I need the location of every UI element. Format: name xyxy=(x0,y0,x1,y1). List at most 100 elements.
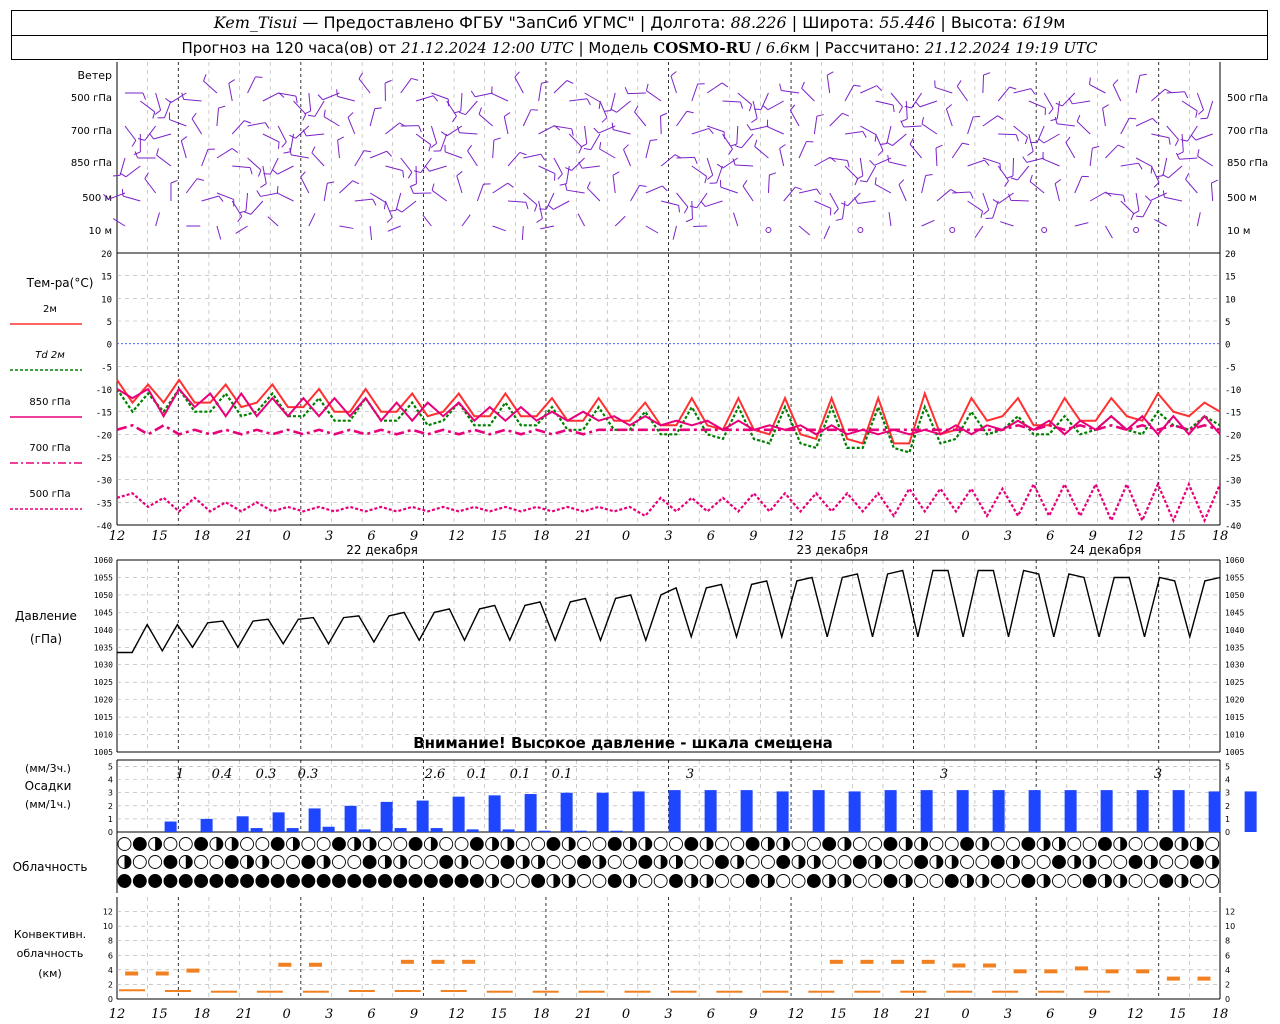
wind-barb-flag xyxy=(879,143,887,146)
wind-barb xyxy=(1105,225,1113,239)
precip-bar-3h xyxy=(200,818,213,832)
cloud-cover-icon xyxy=(914,855,929,869)
wind-barb-flag xyxy=(263,173,271,175)
bottom-xtick: 3 xyxy=(1004,1007,1012,1022)
cloud-cover-icon xyxy=(1143,874,1158,888)
cloud-cover-icon xyxy=(653,837,668,851)
wind-barb-flag xyxy=(1054,116,1058,124)
bottom-xtick: 9 xyxy=(1089,1007,1097,1022)
precip-total-label: 3 xyxy=(686,767,694,782)
conv-title-3: (км) xyxy=(38,967,62,980)
wind-barb xyxy=(492,225,506,232)
wind-barb-flag xyxy=(578,146,583,154)
wind-barb-flag xyxy=(519,151,527,156)
cloud-cover-half xyxy=(568,874,576,888)
wind-barb-flag xyxy=(218,195,224,202)
cloud-cover-half xyxy=(461,855,469,869)
cloud-cover-icon xyxy=(1021,837,1036,851)
wind-barb-flag xyxy=(728,148,733,155)
cloud-cover-half xyxy=(492,874,499,888)
wind-barb xyxy=(590,133,601,150)
wind-barb xyxy=(1164,196,1183,202)
pressure-ytick: 1030 xyxy=(1225,661,1244,670)
cloud-cover-half xyxy=(1181,874,1189,888)
conv-top-bar xyxy=(1074,966,1088,971)
precip-bar-3h xyxy=(668,790,681,832)
cloud-cover-icon xyxy=(1113,855,1128,869)
wind-barb-flag xyxy=(826,71,834,76)
wind-barb xyxy=(232,165,251,169)
bottom-xtick: 21 xyxy=(914,1007,932,1022)
wind-barb xyxy=(860,125,877,136)
cloud-cover-icon xyxy=(669,837,683,851)
wind-barb-flag xyxy=(255,76,263,78)
cloud-cover-icon xyxy=(515,874,530,888)
conv-base-bar xyxy=(210,990,237,993)
wind-barb xyxy=(144,178,157,194)
wind-barb-flag xyxy=(281,141,287,148)
wind-barb xyxy=(156,154,172,167)
wind-barb-flag xyxy=(624,86,629,94)
temp-legend-label: 700 гПа xyxy=(29,443,70,454)
wind-barb xyxy=(1196,212,1201,227)
temp-xtick: 18 xyxy=(872,529,889,544)
cloud-cover-half xyxy=(216,874,223,888)
wind-barb xyxy=(956,85,968,102)
pressure-ytick: 1050 xyxy=(1225,591,1244,600)
conv-title-2: облачность xyxy=(17,947,84,960)
wind-barb-flag xyxy=(307,114,315,117)
precip-bar-1h xyxy=(538,830,551,832)
wind-barb xyxy=(982,115,998,127)
conv-ytick-left: 8 xyxy=(108,937,113,946)
temp-ytick-left: 10 xyxy=(101,295,112,305)
wind-barb-flag xyxy=(580,143,588,148)
cloud-cover-half xyxy=(1058,837,1066,851)
conv-top-bar xyxy=(921,959,935,964)
wind-barb xyxy=(1026,157,1045,163)
wind-barb xyxy=(1187,125,1198,142)
wind-barb xyxy=(936,189,952,202)
wind-barb-flag xyxy=(1065,136,1071,143)
wind-barb-flag xyxy=(244,120,252,124)
wind-barb-flag xyxy=(586,98,591,106)
wind-barb xyxy=(660,115,662,135)
wind-barb-flag xyxy=(304,110,311,115)
wind-barb xyxy=(974,225,984,238)
wind-barb xyxy=(587,187,601,202)
wind-barb xyxy=(722,133,733,150)
precip-ytick: 0 xyxy=(1225,828,1230,837)
precip-ytick-left: 0 xyxy=(108,828,113,837)
wind-barb-flag xyxy=(432,95,439,102)
wind-barb-flag xyxy=(1162,174,1169,179)
wind-barb xyxy=(722,100,741,103)
wind-barb xyxy=(857,200,876,205)
temp-xtick: 6 xyxy=(1046,529,1054,544)
cloud-cover-icon xyxy=(270,837,285,851)
cloud-cover-icon xyxy=(163,874,178,888)
wind-barb xyxy=(1013,125,1028,138)
wind-barb-flag xyxy=(603,109,611,112)
wind-barb xyxy=(124,125,137,141)
cloud-cover-icon xyxy=(806,874,821,888)
wind-barb-flag xyxy=(249,167,253,175)
temp-xtick: 0 xyxy=(283,529,291,544)
cloud-cover-icon xyxy=(270,855,285,869)
cloud-cover-icon xyxy=(178,837,193,851)
cloud-cover-icon xyxy=(1128,874,1143,888)
cloud-cover-half xyxy=(798,855,806,869)
pressure-ytick: 1040 xyxy=(1225,626,1244,635)
wind-barb xyxy=(634,111,647,127)
wind-barb xyxy=(612,175,616,194)
cloud-cover-half xyxy=(384,855,392,869)
conv-ytick: 4 xyxy=(1225,966,1230,975)
wind-barb xyxy=(732,212,739,227)
wind-barb-flag xyxy=(853,197,859,204)
cloud-cover-icon xyxy=(745,874,760,888)
conv-base-bar xyxy=(900,990,927,993)
cloud-cover-half xyxy=(354,837,361,851)
wind-barb xyxy=(866,165,877,182)
cloud-cover-icon xyxy=(623,855,637,869)
wind-barb xyxy=(1168,165,1183,179)
precip-bar-3h xyxy=(704,790,717,832)
wind-barb xyxy=(1150,165,1160,183)
